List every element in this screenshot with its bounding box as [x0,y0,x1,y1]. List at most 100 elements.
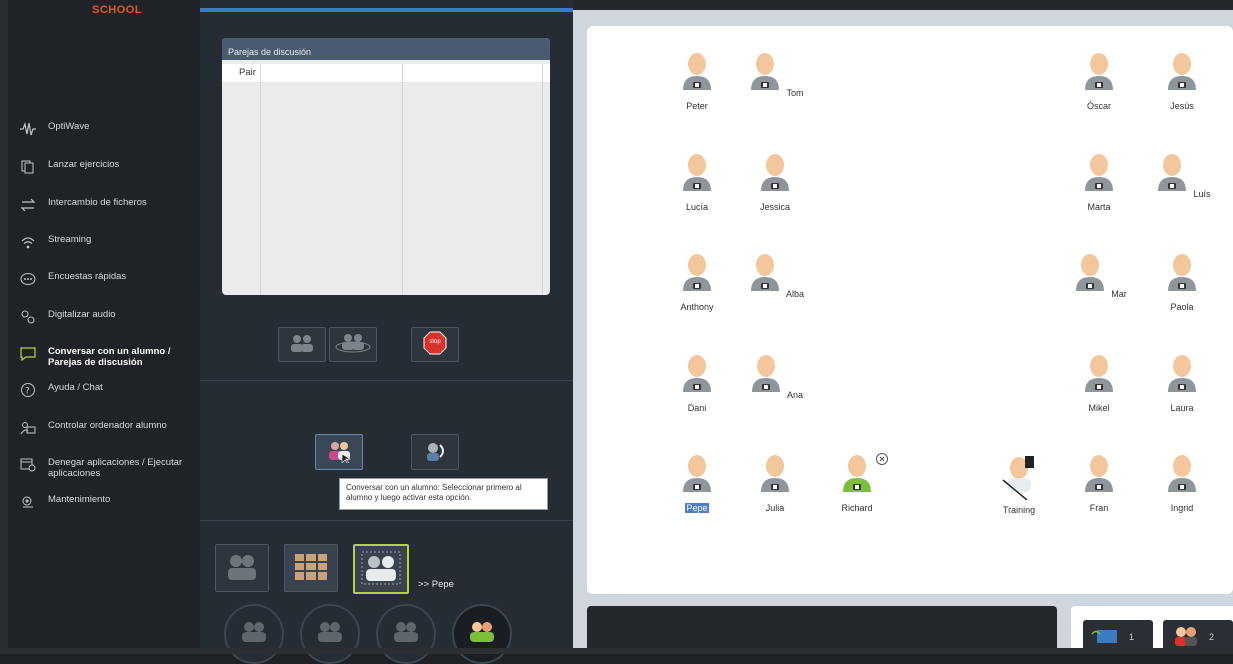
sidebar-item-streaming[interactable]: Streaming [18,234,198,250]
student-name: Marta [1087,202,1111,212]
student-name: Training [1002,505,1036,515]
conversation-group-icon [360,550,402,589]
column-divider [402,64,403,295]
student-icon [761,455,789,492]
student-julia[interactable]: Julia [745,452,805,514]
student-name: Paola [1170,302,1194,312]
status-bar [0,648,1233,654]
student-fran[interactable]: Fran [1069,452,1129,514]
student-icon [1085,53,1113,90]
student-luís[interactable]: Luís [1152,151,1212,200]
group-icon [390,620,422,645]
student-name: Óscar [1086,101,1111,111]
student-name: Pepe [685,503,709,513]
talk-to-student-button[interactable] [315,434,363,470]
teacher-icon [1002,456,1034,501]
random-pairs-button[interactable] [329,327,377,362]
student-peter[interactable]: Peter [667,50,727,112]
grid-students-icon [291,550,331,587]
student-name: Jessica [759,202,790,212]
sidebar-item-label: Controlar ordenador alumno [48,420,167,431]
mode-conversation-button[interactable] [353,544,409,594]
sidebar-edge [0,0,8,654]
help-icon: ? [18,382,38,398]
sidebar-item-intercambio-ficheros[interactable]: Intercambio de ficheros [18,197,198,213]
maintenance-icon [18,494,38,510]
headset-student-icon [420,439,450,466]
pairs-table-header-row [222,64,550,82]
student-ingrid[interactable]: Ingrid [1152,452,1212,514]
monitor-student-button[interactable] [411,434,459,470]
student-name: Laura [1170,403,1194,413]
student-icon [1168,53,1196,90]
student-paola[interactable]: Paola [1152,251,1212,313]
student-icon [1076,254,1105,291]
column-divider [260,64,261,295]
student-name: Julia [765,503,785,513]
student-icon [1085,355,1113,392]
student-lucía[interactable]: Lucía [667,151,727,213]
remote-control-icon [18,420,38,436]
students-icon [1171,626,1201,648]
waveform-icon [18,121,38,137]
student-anthony[interactable]: Anthony [667,251,727,313]
student-name: Peter [686,101,708,111]
sidebar-item-digitalizar-audio[interactable]: Digitalizar audio [18,309,198,325]
chat-bubble-icon [18,346,38,362]
sidebar-item-label: Lanzar ejercicios [48,159,120,170]
student-mikel[interactable]: Mikel [1069,352,1129,414]
pair-students-icon [287,333,317,356]
channel-button-1[interactable] [224,604,284,664]
create-pairs-button[interactable] [278,327,326,362]
student-name: Dani [687,403,707,413]
student-dani[interactable]: Dani [667,352,727,414]
logo: SCHOOL [92,4,143,16]
mode-lock-button[interactable] [284,544,338,592]
student-tom[interactable]: Tom [745,50,805,99]
sidebar-item-label: Denegar aplicaciones / Ejecutar [48,457,183,468]
student-name: Jesús [1170,101,1194,111]
student-name: Fran [1089,503,1109,513]
student-name: Alba [786,289,805,299]
student-marta[interactable]: Marta [1069,151,1129,213]
group-icon [314,620,346,645]
channel-button-4[interactable] [452,604,512,664]
selected-student-label: >> Pepe [418,579,454,590]
student-richard[interactable]: Richard [827,452,889,514]
sidebar-item-mantenimiento[interactable]: Mantenimiento [18,494,198,510]
sidebar-item-ayuda-chat[interactable]: ? Ayuda / Chat [18,382,198,398]
sidebar-item-lanzar-ejercicios[interactable]: Lanzar ejercicios [18,159,198,175]
sidebar-item-label: Conversar con un alumno / [48,346,171,357]
student-name: Luís [1193,189,1211,199]
stop-label: stop [429,339,441,345]
chat-request-icon[interactable] [875,452,889,469]
channel-button-3[interactable] [376,604,436,664]
student-name: Tom [786,88,804,98]
student-name: Mikel [1088,403,1110,413]
student-icon [683,154,711,191]
sidebar-item-controlar-ordenador[interactable]: Controlar ordenador alumno [18,420,198,436]
student-icon [1158,154,1187,191]
student-alba[interactable]: Alba [745,251,805,300]
sidebar-item-denegar-aplicaciones[interactable]: Denegar aplicaciones / Ejecutar aplicaci… [18,457,198,479]
sidebar-item-optiwave[interactable]: OptiWave [18,121,198,137]
student-laura[interactable]: Laura [1152,352,1212,414]
pair-students-ring-icon [335,332,371,357]
student-óscar[interactable]: Óscar [1069,50,1129,112]
student-jesús[interactable]: Jesús [1152,50,1212,112]
student-icon [751,53,780,90]
channel-button-2[interactable] [300,604,360,664]
sidebar-item-conversar[interactable]: Conversar con un alumno / Parejas de dis… [18,346,198,368]
student-name: Lucía [685,202,709,212]
student-icon [761,154,789,191]
student-icon [1085,455,1113,492]
mode-group-button[interactable] [215,544,269,592]
group-icon [238,620,270,645]
student-icon [683,53,711,90]
student-pepe[interactable]: Pepe [667,452,727,514]
student-ana[interactable]: Ana [745,352,805,401]
student-training[interactable]: Training [989,454,1049,516]
student-mar[interactable]: Mar [1069,251,1129,300]
student-jessica[interactable]: Jessica [745,151,805,213]
sidebar-item-encuestas[interactable]: Encuestas rápidas [18,271,198,287]
